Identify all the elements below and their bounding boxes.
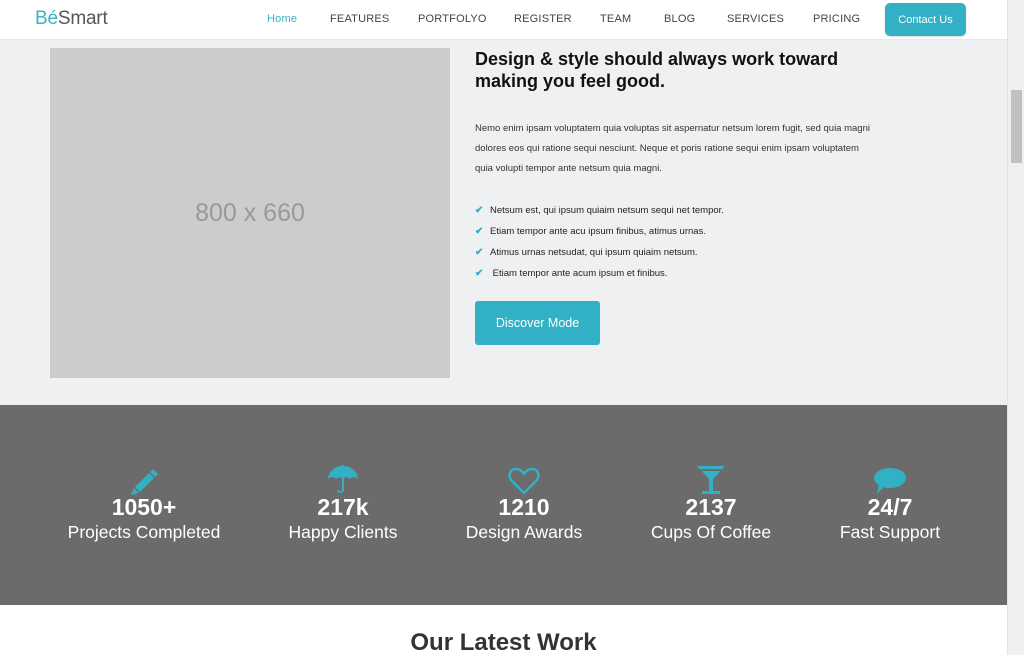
- image-placeholder: 800 x 660: [50, 48, 450, 378]
- check-icon: ✔: [475, 268, 484, 279]
- brand-prefix: Bé: [35, 8, 58, 29]
- check-icon: ✔: [475, 226, 484, 237]
- stat-label: Projects Completed: [67, 522, 221, 542]
- feature-text: Etiam tempor ante acum ipsum et finibus.: [490, 268, 668, 279]
- latest-work-section: Our Latest Work: [0, 605, 1007, 655]
- check-icon: ✔: [475, 205, 484, 216]
- feature-item: ✔ Atimus urnas netsudat, qui ipsum quiaim…: [475, 242, 724, 263]
- vertical-scrollbar[interactable]: [1007, 0, 1024, 655]
- scrollbar-thumb[interactable]: [1011, 90, 1022, 163]
- brand-suffix: Smart: [57, 8, 108, 29]
- check-icon: ✔: [475, 247, 484, 258]
- stat-number: 1050+: [111, 494, 177, 520]
- about-paragraph: Nemo enim ipsam voluptatem quia voluptas…: [475, 123, 870, 174]
- feature-text: Atimus urnas netsudat, qui ipsum quiaim …: [490, 247, 698, 258]
- nav-services[interactable]: SERVICES: [727, 13, 784, 25]
- feature-text: Netsum est, qui ipsum quiaim netsum sequ…: [490, 205, 724, 216]
- stat-label: Fast Support: [839, 522, 941, 542]
- stat-support: 24/7 Fast Support: [780, 465, 1000, 543]
- nav-team[interactable]: TEAM: [600, 13, 631, 25]
- feature-item: ✔ Etiam tempor ante acu ipsum finibus, at…: [475, 221, 724, 242]
- stats-section: 1050+ Projects Completed 217k Happy Clie…: [0, 405, 1007, 605]
- section-title: Our Latest Work: [410, 629, 597, 655]
- contact-us-button[interactable]: Contact Us: [885, 3, 966, 36]
- page: BéSmart Home FEATURES PORTFOLYO REGISTER…: [0, 0, 1007, 655]
- feature-item: ✔ Etiam tempor ante acum ipsum et finibu…: [475, 263, 724, 284]
- nav-pricing[interactable]: PRICING: [813, 13, 860, 25]
- nav-blog[interactable]: BLOG: [664, 13, 695, 25]
- about-section: 800 x 660 Design & style should always w…: [0, 40, 1007, 405]
- navbar: BéSmart Home FEATURES PORTFOLYO REGISTER…: [0, 0, 1007, 40]
- nav-portfolyo[interactable]: PORTFOLYO: [418, 13, 487, 25]
- nav-features[interactable]: FEATURES: [330, 13, 389, 25]
- nav-register[interactable]: REGISTER: [514, 13, 572, 25]
- stat-number: 24/7: [867, 494, 913, 520]
- feature-text: Etiam tempor ante acu ipsum finibus, ati…: [490, 226, 706, 237]
- feature-item: ✔ Netsum est, qui ipsum quiaim netsum seq…: [475, 200, 724, 221]
- stat-projects: 1050+ Projects Completed: [34, 465, 254, 543]
- feature-list: ✔ Netsum est, qui ipsum quiaim netsum seq…: [475, 200, 724, 284]
- pencil-icon: [34, 465, 254, 495]
- nav-home[interactable]: Home: [267, 13, 297, 25]
- speech-bubble-icon: [780, 465, 1000, 495]
- discover-mode-button[interactable]: Discover Mode: [475, 301, 600, 345]
- brand-logo[interactable]: BéSmart: [35, 8, 108, 30]
- about-title: Design & style should always work toward…: [475, 49, 839, 91]
- placeholder-label: 800 x 660: [195, 198, 305, 227]
